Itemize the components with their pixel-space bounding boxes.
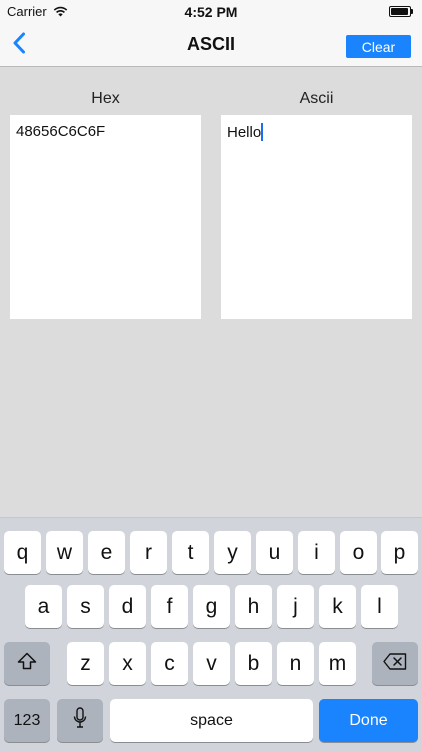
key-g[interactable]: g — [193, 585, 230, 628]
ascii-value: Hello — [227, 124, 262, 141]
key-a[interactable]: a — [25, 585, 62, 628]
shift-icon — [17, 652, 37, 676]
hex-value: 48656C6C6F — [16, 123, 106, 140]
clear-button[interactable]: Clear — [346, 35, 411, 58]
key-o[interactable]: o — [340, 531, 377, 574]
key-j[interactable]: j — [277, 585, 314, 628]
key-f[interactable]: f — [151, 585, 188, 628]
back-button[interactable] — [4, 28, 34, 62]
key-h[interactable]: h — [235, 585, 272, 628]
status-time: 4:52 PM — [184, 4, 238, 20]
key-m[interactable]: m — [319, 642, 356, 685]
key-b[interactable]: b — [235, 642, 272, 685]
key-x[interactable]: x — [109, 642, 146, 685]
hex-label: Hex — [91, 90, 120, 107]
numbers-key[interactable]: 123 — [4, 699, 50, 742]
navigation-bar: ASCII Clear — [0, 24, 422, 67]
ascii-label: Ascii — [299, 90, 334, 107]
microphone-icon — [73, 706, 87, 735]
key-l[interactable]: l — [361, 585, 398, 628]
key-y[interactable]: y — [214, 531, 251, 574]
keyboard: q w e r t y u i o p a s d f g h j k l z … — [0, 517, 422, 751]
key-e[interactable]: e — [88, 531, 125, 574]
text-cursor — [261, 123, 264, 141]
backspace-key[interactable] — [372, 642, 418, 685]
ascii-text-area[interactable]: Hello — [221, 115, 412, 319]
key-d[interactable]: d — [109, 585, 146, 628]
dictation-key[interactable] — [57, 699, 103, 742]
chevron-left-icon — [12, 32, 26, 59]
shift-key[interactable] — [4, 642, 50, 685]
key-t[interactable]: t — [172, 531, 209, 574]
key-w[interactable]: w — [46, 531, 83, 574]
key-n[interactable]: n — [277, 642, 314, 685]
key-c[interactable]: c — [151, 642, 188, 685]
hex-text-area[interactable]: 48656C6C6F — [10, 115, 201, 319]
key-k[interactable]: k — [319, 585, 356, 628]
key-u[interactable]: u — [256, 531, 293, 574]
key-v[interactable]: v — [193, 642, 230, 685]
backspace-icon — [383, 652, 407, 676]
key-p[interactable]: p — [381, 531, 418, 574]
space-key[interactable]: space — [110, 699, 313, 742]
battery-icon — [389, 6, 414, 17]
key-r[interactable]: r — [130, 531, 167, 574]
key-s[interactable]: s — [67, 585, 104, 628]
done-key[interactable]: Done — [319, 699, 418, 742]
key-q[interactable]: q — [4, 531, 41, 574]
key-i[interactable]: i — [298, 531, 335, 574]
status-bar: Carrier 4:52 PM — [0, 0, 422, 24]
key-z[interactable]: z — [67, 642, 104, 685]
